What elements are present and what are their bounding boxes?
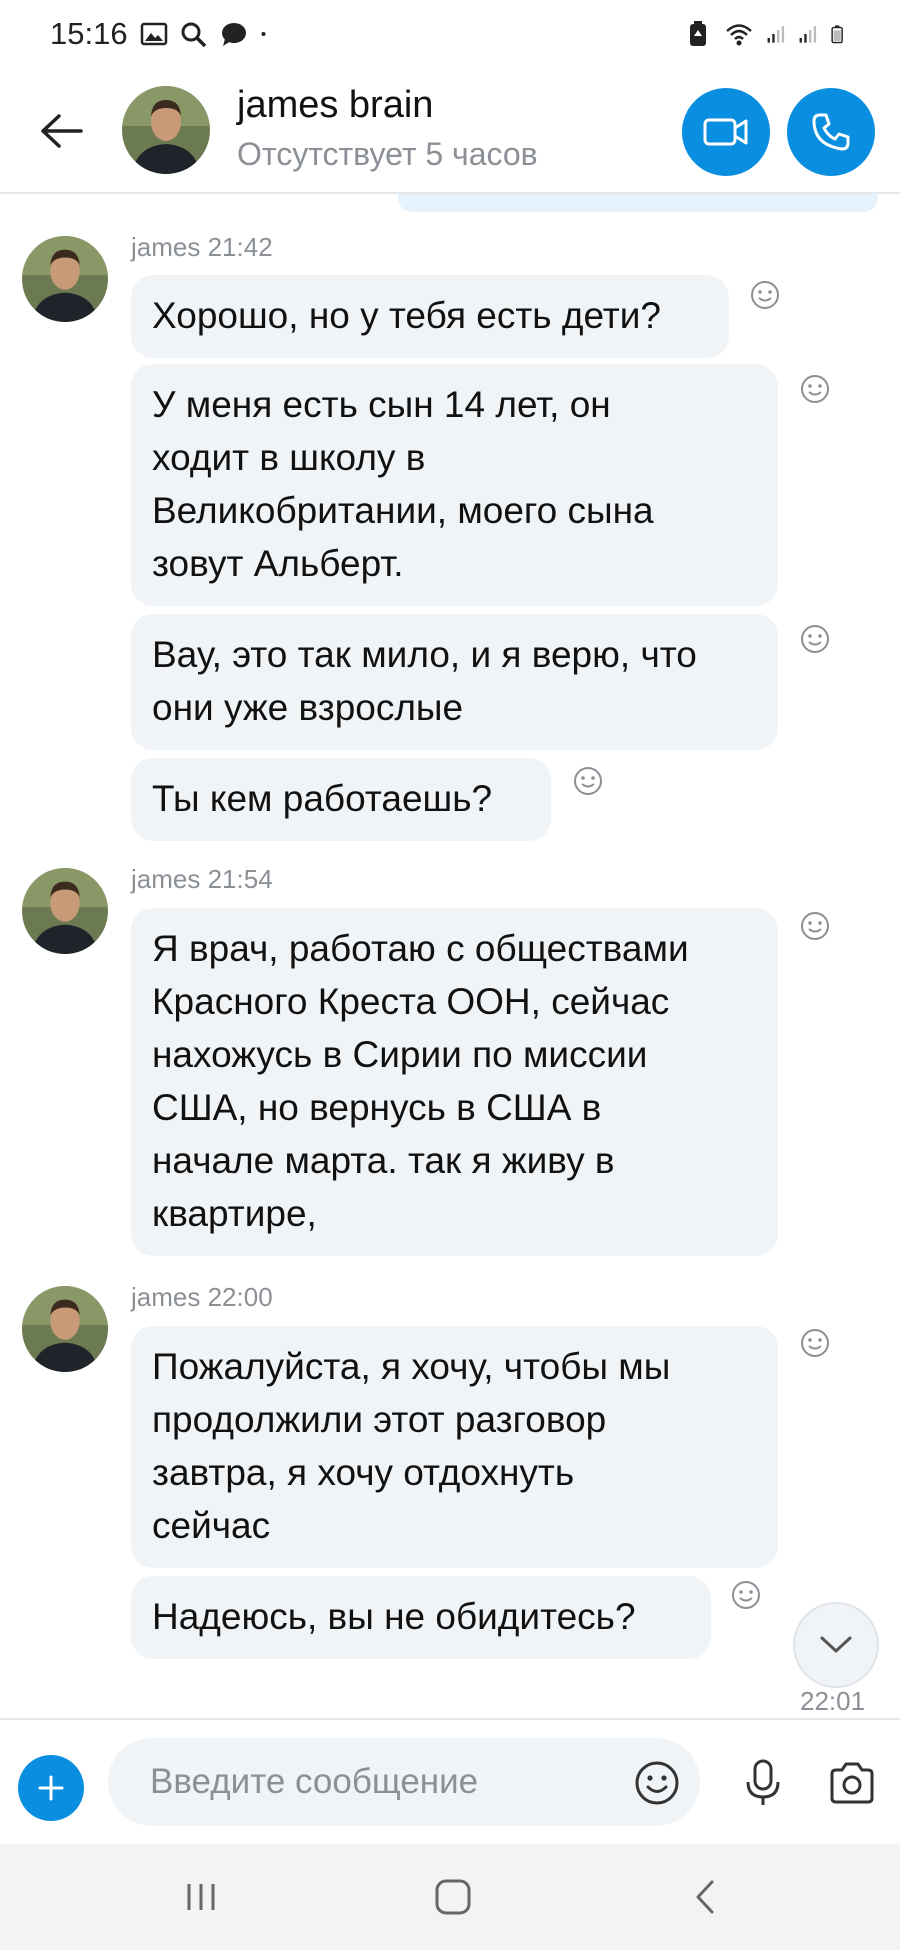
sender-name: james bbox=[131, 232, 201, 262]
video-camera-icon bbox=[703, 118, 748, 146]
camera-icon[interactable] bbox=[828, 1760, 876, 1806]
message-bubble[interactable]: Хорошо, но у тебя есть дети? bbox=[131, 275, 729, 358]
chat-header: james brain Отсутствует 5 часов bbox=[0, 68, 900, 194]
contact-avatar[interactable] bbox=[122, 86, 210, 174]
contact-name[interactable]: james brain bbox=[237, 84, 433, 127]
contact-presence: Отсутствует 5 часов bbox=[237, 136, 538, 172]
home-button[interactable] bbox=[428, 1872, 478, 1922]
chevron-left-icon bbox=[696, 1880, 714, 1914]
dot-icon bbox=[261, 32, 266, 36]
back-button[interactable] bbox=[34, 104, 88, 158]
message-input[interactable] bbox=[108, 1738, 700, 1826]
message-text: Вау, это так мило, и я верю, что они уже… bbox=[152, 634, 697, 728]
sender-avatar[interactable] bbox=[22, 236, 108, 322]
add-reaction-icon[interactable] bbox=[729, 1578, 763, 1612]
message-text: Я врач, работаю с обществами Красного Кр… bbox=[152, 928, 689, 1234]
message-bubble[interactable]: Вау, это так мило, и я верю, что они уже… bbox=[131, 614, 778, 750]
add-reaction-icon[interactable] bbox=[798, 372, 832, 406]
message-text: Пожалуйста, я хочу, чтобы мы продолжили … bbox=[152, 1346, 671, 1546]
search-icon bbox=[181, 22, 206, 47]
message-bubble[interactable]: У меня есть сын 14 лет, он ходит в школу… bbox=[131, 364, 778, 606]
message-time: 21:42 bbox=[207, 232, 273, 262]
recent-apps-button[interactable] bbox=[176, 1872, 226, 1922]
message-meta: james 21:54 bbox=[131, 864, 273, 895]
message-text: Хорошо, но у тебя есть дети? bbox=[152, 295, 661, 336]
recent-apps-icon bbox=[187, 1884, 215, 1910]
avatar-photo-icon bbox=[122, 86, 210, 174]
add-reaction-icon[interactable] bbox=[748, 278, 782, 312]
sender-name: james bbox=[131, 1282, 201, 1312]
add-reaction-icon[interactable] bbox=[798, 622, 832, 656]
status-bar: 15:16 bbox=[0, 0, 900, 68]
message-composer bbox=[0, 1718, 900, 1844]
chevron-down-icon bbox=[820, 1636, 852, 1653]
plus-icon bbox=[38, 1775, 64, 1801]
message-time: 22:00 bbox=[207, 1282, 273, 1312]
battery-saver-icon bbox=[690, 21, 706, 46]
avatar-photo-icon bbox=[22, 868, 108, 954]
add-content-button[interactable] bbox=[18, 1755, 84, 1821]
system-navigation-bar bbox=[0, 1844, 900, 1950]
message-meta: james 21:42 bbox=[131, 232, 273, 263]
system-back-button[interactable] bbox=[680, 1872, 730, 1922]
microphone-icon[interactable] bbox=[740, 1758, 786, 1808]
message-bubble[interactable]: Надеюсь, вы не обидитесь? bbox=[131, 1576, 711, 1659]
add-reaction-icon[interactable] bbox=[571, 764, 605, 798]
last-message-time: 22:01 bbox=[800, 1686, 866, 1716]
arrow-left-icon bbox=[41, 114, 83, 148]
message-text: Надеюсь, вы не обидитесь? bbox=[152, 1596, 636, 1637]
audio-call-button[interactable] bbox=[787, 88, 875, 176]
sender-avatar[interactable] bbox=[22, 1286, 108, 1372]
home-icon bbox=[435, 1879, 471, 1915]
signal-icon bbox=[799, 26, 817, 43]
message-text: У меня есть сын 14 лет, он ходит в школу… bbox=[152, 384, 654, 584]
signal-icon bbox=[767, 26, 785, 43]
chat-icon bbox=[221, 23, 246, 46]
add-reaction-icon[interactable] bbox=[798, 1326, 832, 1360]
phone-icon bbox=[812, 113, 850, 151]
message-bubble[interactable]: Я врач, работаю с обществами Красного Кр… bbox=[131, 908, 778, 1256]
status-time: 15:16 bbox=[50, 16, 128, 51]
avatar-photo-icon bbox=[22, 236, 108, 322]
emoji-icon[interactable] bbox=[634, 1760, 680, 1806]
scroll-to-bottom-button[interactable] bbox=[793, 1602, 879, 1688]
message-bubble[interactable]: Пожалуйста, я хочу, чтобы мы продолжили … bbox=[131, 1326, 778, 1568]
sender-avatar[interactable] bbox=[22, 868, 108, 954]
message-text: Ты кем работаешь? bbox=[152, 778, 493, 819]
wifi-icon bbox=[726, 24, 752, 46]
message-bubble[interactable]: Ты кем работаешь? bbox=[131, 758, 551, 841]
image-icon bbox=[140, 22, 167, 46]
battery-icon bbox=[831, 25, 843, 44]
message-list[interactable]: james 21:42 Хорошо, но у тебя есть дети?… bbox=[0, 196, 900, 1716]
sender-name: james bbox=[131, 864, 201, 894]
video-call-button[interactable] bbox=[682, 88, 770, 176]
avatar-photo-icon bbox=[22, 1286, 108, 1372]
message-time: 21:54 bbox=[207, 864, 273, 894]
add-reaction-icon[interactable] bbox=[798, 909, 832, 943]
message-meta: james 22:00 bbox=[131, 1282, 273, 1313]
